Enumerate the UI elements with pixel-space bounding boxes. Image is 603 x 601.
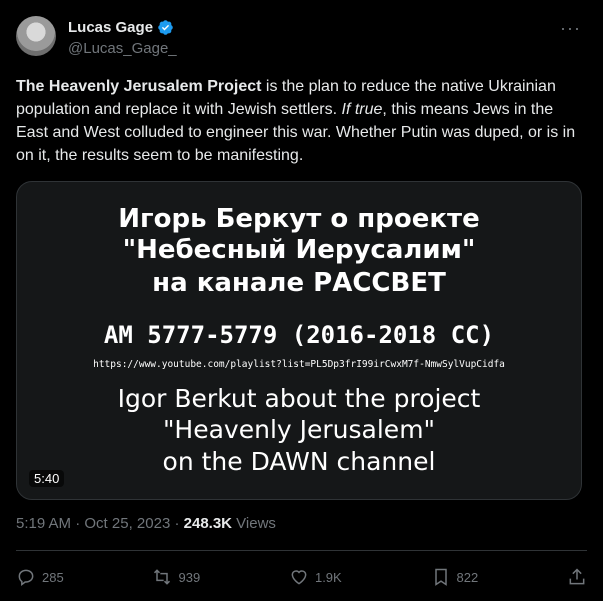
action-bar: 285 939 1.9K 822 (16, 565, 587, 589)
video-duration: 5:40 (29, 470, 65, 487)
repost-icon (154, 569, 171, 585)
heart-icon (291, 570, 307, 585)
meta-separator: · (71, 515, 85, 532)
avatar[interactable] (16, 16, 56, 56)
share-icon (569, 568, 585, 585)
verified-badge-icon (158, 20, 173, 35)
author-name-row: Lucas Gage (68, 19, 174, 36)
like-button[interactable]: 1.9K (289, 567, 342, 587)
repost-button[interactable]: 939 (152, 567, 200, 587)
tweet-bold-lead[interactable]: The Heavenly Jerusalem Project (16, 78, 261, 95)
russian-title-line2: "Небесный Иерусалим" (122, 235, 476, 265)
tweet-text: The Heavenly Jerusalem Project is the pl… (16, 75, 576, 167)
author-display-name[interactable]: Lucas Gage (68, 19, 153, 36)
divider (16, 550, 587, 551)
author-handle[interactable]: @Lucas_Gage_ (68, 40, 177, 57)
english-title-line3: on the DAWN channel (162, 447, 436, 476)
reply-count: 285 (42, 569, 64, 585)
bookmark-icon (434, 568, 447, 586)
views-count: 248.3K (183, 515, 233, 532)
ellipsis-icon[interactable]: ··· (560, 18, 581, 39)
english-title-line2: "Heavenly Jerusalem" (162, 415, 436, 444)
bookmark-button[interactable]: 822 (431, 567, 479, 587)
english-title-line1: Igor Berkut about the project (117, 384, 481, 413)
russian-title-line1: Игорь Беркут о проекте (118, 204, 480, 234)
share-button[interactable] (567, 567, 587, 587)
video-player[interactable]: Игорь Беркут о проекте "Небесный Иерусал… (16, 181, 582, 500)
like-count: 1.9K (314, 569, 342, 585)
tweet-date[interactable]: Oct 25, 2023 (84, 515, 170, 532)
tweet-time[interactable]: 5:19 AM (16, 515, 71, 532)
reply-button[interactable]: 285 (16, 567, 64, 587)
bookmark-count: 822 (456, 569, 479, 585)
year-line: AM 5777-5779 (2016-2018 CC) (103, 321, 495, 349)
meta-separator: · (170, 515, 184, 532)
repost-count: 939 (178, 569, 201, 585)
reply-icon (18, 569, 34, 586)
tweet-meta: 5:19 AM · Oct 25, 2023 · 248.3K Views (16, 515, 276, 532)
views-label: Views (232, 515, 276, 532)
tweet-italic: If true (341, 101, 383, 118)
russian-title-line3: на канале РАССВЕТ (152, 268, 446, 298)
url-line: https://www.youtube.com/playlist?list=PL… (93, 359, 505, 370)
